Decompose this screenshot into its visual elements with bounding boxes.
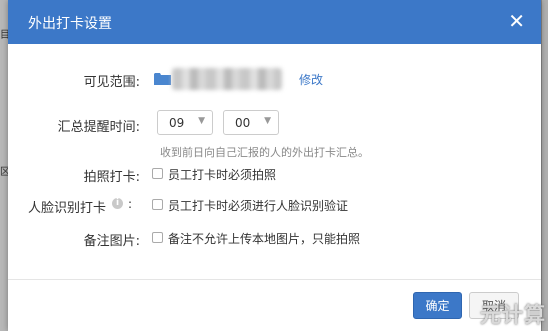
dropdown-arrow-icon: ▼ [198, 116, 205, 126]
face-punch-option: 员工打卡时必须进行人脸识别验证 [168, 199, 349, 213]
background-text-fragment: 目 [0, 30, 8, 41]
outing-punch-settings-dialog: 外出打卡设置 ✕ 可见范围: 修改 汇总提醒时间: 09 ▼ : 00 ▼ 收到… [8, 0, 541, 331]
reminder-hint: 收到前日向自己汇报的人的外出打卡汇总。 [160, 146, 369, 159]
minute-value: 00 [235, 116, 251, 130]
minute-select[interactable]: 00 ▼ [223, 110, 279, 135]
dropdown-arrow-icon: ▼ [264, 116, 271, 126]
hour-select[interactable]: 09 ▼ [157, 110, 213, 135]
remark-image-checkbox[interactable] [152, 232, 163, 243]
folder-icon [154, 73, 171, 85]
hour-value: 09 [169, 116, 185, 130]
edit-visible-range-link[interactable]: 修改 [299, 71, 323, 88]
info-icon[interactable]: i [112, 198, 123, 209]
background-text-fragment: 区 [0, 167, 8, 178]
remark-image-option: 备注不允许上传本地图片，只能拍照 [168, 232, 361, 246]
visible-range-value-redacted [172, 68, 282, 90]
photo-punch-checkbox[interactable] [152, 168, 163, 179]
dialog-title: 外出打卡设置 [28, 16, 112, 32]
face-punch-colon: : [128, 197, 133, 211]
photo-punch-option: 员工打卡时必须拍照 [168, 168, 277, 182]
confirm-button[interactable]: 确定 [413, 292, 462, 319]
remark-image-label: 备注图片: [83, 234, 140, 249]
face-punch-label: 人脸识别打卡 [27, 201, 106, 216]
reminder-time-label: 汇总提醒时间: [57, 120, 140, 135]
visible-range-label: 可见范围: [83, 75, 140, 90]
footer-divider [8, 279, 541, 280]
dialog-header: 外出打卡设置 ✕ [8, 0, 541, 44]
watermark: 元计算 [480, 303, 546, 327]
close-icon[interactable]: ✕ [508, 9, 525, 33]
background-page-right [542, 0, 548, 331]
face-punch-checkbox[interactable] [152, 199, 163, 210]
photo-punch-label: 拍照打卡: [83, 170, 140, 185]
